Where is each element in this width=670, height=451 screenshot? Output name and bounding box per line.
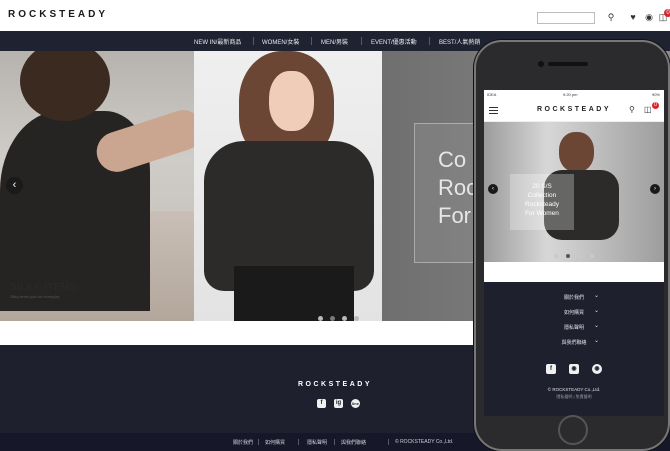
footer-copyright: © ROCKSTEADY Co.,Ltd. — [395, 439, 454, 445]
line-icon[interactable]: line — [351, 399, 360, 408]
collection-line-2: Roc — [438, 175, 478, 200]
cart-count-badge: 0 — [664, 9, 670, 17]
mobile-instagram-icon[interactable]: ◉ — [569, 364, 579, 374]
footer-link-contact[interactable]: 與我們聯絡 — [341, 439, 366, 446]
model-face-image — [269, 71, 314, 131]
chevron-down-icon[interactable]: ⌄ — [594, 322, 599, 329]
mobile-spacer — [484, 262, 664, 282]
mobile-prev-slide-button[interactable]: ‹ — [488, 184, 498, 194]
mobile-collection-line-1: 20 S/S — [532, 183, 552, 190]
site-logo[interactable]: ROCKSTEADY — [8, 9, 108, 20]
mobile-footer-link-about[interactable]: 關於我們 — [484, 294, 664, 301]
mobile-collection-line-3: Rocksteady — [525, 201, 559, 208]
mobile-header: ROCKSTEADY ⚲ ◫ 0 — [484, 98, 664, 122]
nav-item-event[interactable]: EVENT/優惠活動 — [371, 37, 417, 46]
mobile-collection-line-2: Collection — [527, 192, 557, 199]
model-skirt-image — [234, 266, 354, 321]
nav-divider — [429, 37, 430, 45]
footer-divider — [388, 439, 389, 445]
mobile-collection-text: 20 S/S Collection Rocksteady For Women — [510, 182, 574, 218]
mobile-footer: 關於我們 ⌄ 如何購買 ⌄ 隱私聲明 ⌄ 與我們聯絡 ⌄ f ◉ ◉ © ROC… — [484, 282, 664, 416]
mobile-logo[interactable]: ROCKSTEADY — [484, 106, 664, 113]
mobile-facebook-icon[interactable]: f — [546, 364, 556, 374]
search-input[interactable] — [537, 12, 595, 24]
collection-line-3: For — [438, 203, 471, 228]
chevron-down-icon[interactable]: ⌄ — [594, 307, 599, 314]
mobile-carousel-dot[interactable] — [554, 254, 558, 258]
status-battery: 90% — [651, 92, 660, 97]
phone-camera — [538, 61, 544, 67]
top-header: ROCKSTEADY ⚲ ♥ ◉ ◫ 0 — [0, 0, 670, 31]
instagram-icon[interactable]: ig — [334, 399, 343, 408]
collection-line-1: Co — [438, 147, 467, 172]
chevron-down-icon[interactable]: ⌄ — [594, 337, 599, 344]
mobile-footer-link-contact[interactable]: 與我們聯絡 — [484, 339, 664, 346]
mobile-cart-badge: 0 — [652, 102, 659, 109]
nav-item-women[interactable]: WOMEN/女裝 — [262, 37, 299, 46]
mobile-footer-link-how-to-buy[interactable]: 如何購買 — [484, 309, 664, 316]
user-icon[interactable]: ◉ — [644, 12, 654, 22]
silky-items-subtitle: Silky items just for everyday — [10, 294, 60, 299]
status-carrier: IDEA — [487, 92, 497, 97]
phone-status-bar: IDEA 9:20 pm 90% — [484, 90, 664, 98]
nav-item-new-in[interactable]: NEW IN/最新商品 — [194, 37, 241, 46]
phone-top-bezel — [476, 42, 668, 88]
mobile-copyright-links[interactable]: 隱私聲明 | 免責聲明 — [484, 394, 664, 400]
phone-speaker — [548, 62, 588, 66]
phone-home-button[interactable] — [558, 415, 588, 445]
mobile-carousel-dot[interactable] — [590, 254, 594, 258]
nav-divider — [361, 37, 362, 45]
mobile-hero-carousel[interactable]: 20 S/S Collection Rocksteady For Women ‹… — [484, 122, 664, 262]
footer-link-about[interactable]: 關於我們 — [233, 439, 253, 446]
hero-panel-model — [194, 51, 382, 321]
mobile-carousel-dot-active[interactable] — [566, 254, 570, 258]
silky-items-title: SILKY ITEMS — [10, 282, 78, 293]
mobile-footer-link-privacy[interactable]: 隱私聲明 — [484, 324, 664, 331]
mobile-line-icon[interactable]: ◉ — [592, 364, 602, 374]
mobile-collection-line-4: For Women — [525, 210, 559, 217]
nav-divider — [311, 37, 312, 45]
footer-link-how-to-buy[interactable]: 如何購買 — [265, 439, 285, 446]
footer-divider — [298, 439, 299, 445]
mobile-carousel-dot[interactable] — [578, 254, 582, 258]
facebook-icon[interactable]: f — [317, 399, 326, 408]
footer-link-privacy[interactable]: 隱私聲明 — [307, 439, 327, 446]
page: ROCKSTEADY ⚲ ♥ ◉ ◫ 0 NEW IN/最新商品 WOMEN/女… — [0, 0, 670, 451]
nav-item-best[interactable]: BEST/人氣熱銷 — [439, 37, 480, 46]
phone-mockup: IDEA 9:20 pm 90% ROCKSTEADY ⚲ ◫ 0 20 S/S — [474, 40, 670, 451]
mobile-cart-icon[interactable]: ◫ — [644, 105, 652, 114]
mobile-search-icon[interactable]: ⚲ — [629, 105, 635, 114]
phone-screen: IDEA 9:20 pm 90% ROCKSTEADY ⚲ ◫ 0 20 S/S — [484, 90, 664, 416]
status-time: 9:20 pm — [563, 92, 578, 97]
heart-icon[interactable]: ♥ — [628, 12, 638, 22]
footer-divider — [334, 439, 335, 445]
nav-divider — [253, 37, 254, 45]
chevron-down-icon[interactable]: ⌄ — [594, 292, 599, 299]
prev-slide-button[interactable]: ‹ — [6, 177, 23, 194]
mobile-model-hair — [559, 132, 594, 172]
mobile-copyright: © ROCKSTEADY Co.,Ltd. — [547, 387, 601, 392]
search-icon[interactable]: ⚲ — [606, 12, 616, 22]
mobile-next-slide-button[interactable]: › — [650, 184, 660, 194]
footer-divider — [258, 439, 259, 445]
nav-item-men[interactable]: MEN/男裝 — [321, 37, 348, 46]
hero-panel-silky: SILKY ITEMS Silky items just for everyda… — [0, 51, 209, 321]
collection-text: Co Roc For — [438, 146, 477, 230]
